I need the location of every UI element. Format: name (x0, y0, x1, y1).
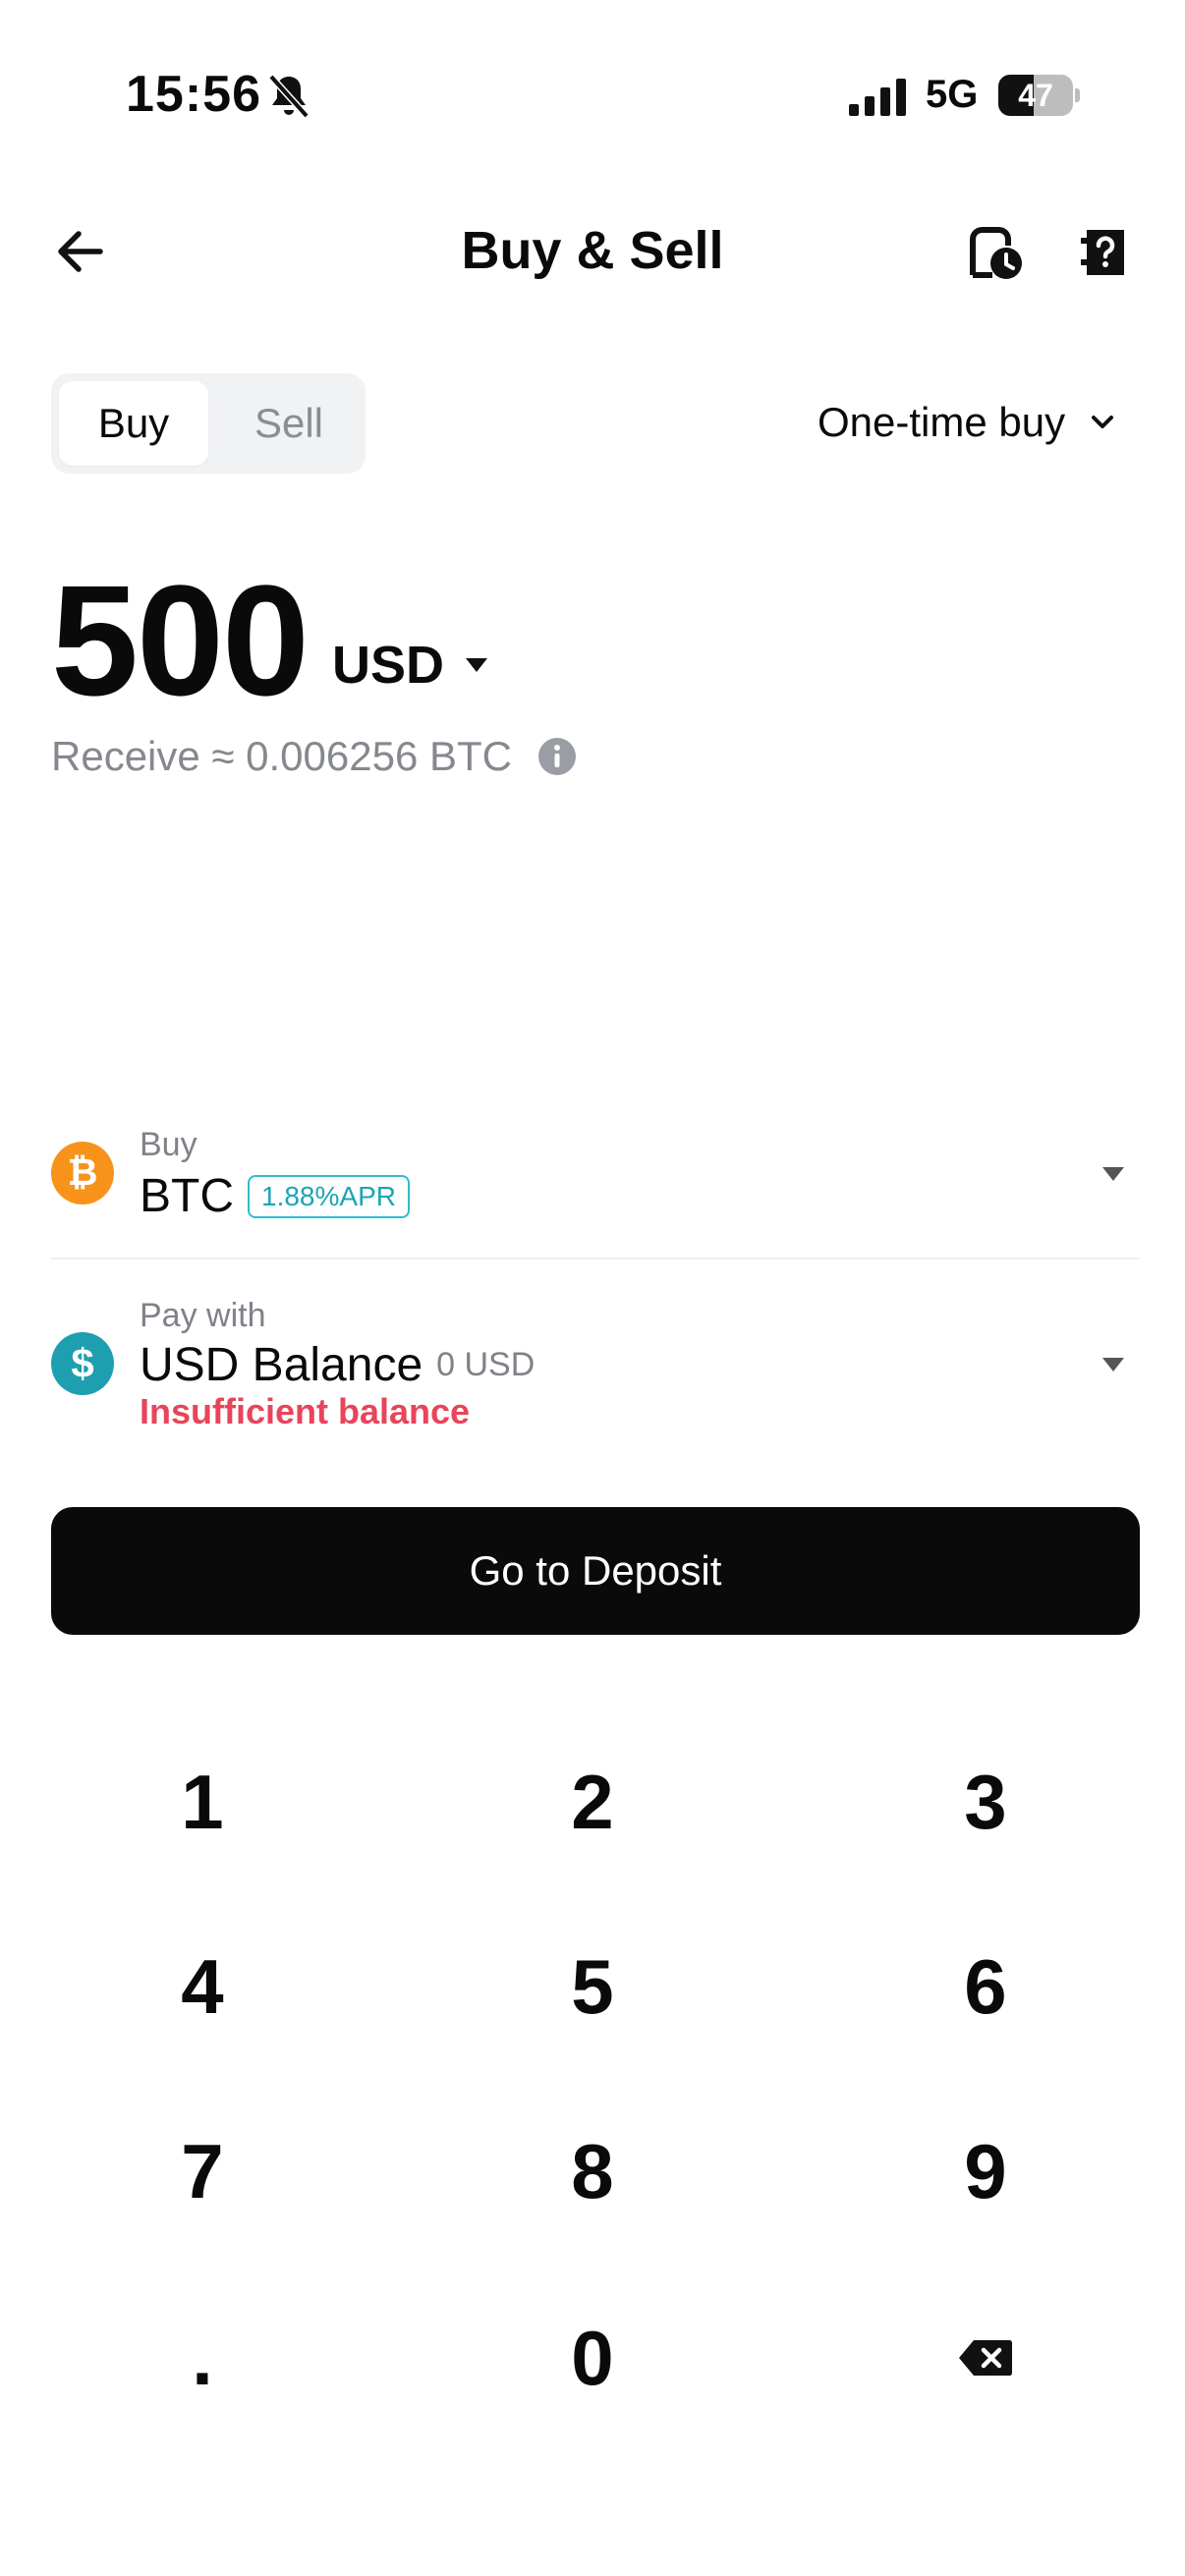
caret-down-icon[interactable] (1100, 1165, 1126, 1183)
order-type-label: One-time buy (818, 399, 1066, 445)
buy-sell-toggle: Buy Sell (51, 373, 366, 474)
pay-with-label: Pay with (140, 1297, 266, 1334)
chevron-down-icon (1092, 416, 1114, 428)
amount-value: 500 (51, 552, 310, 728)
currency-selector[interactable]: USD (332, 635, 489, 696)
key-7[interactable]: 7 (55, 2102, 350, 2240)
status-time: 15:56 (126, 66, 261, 123)
history-icon[interactable] (967, 224, 1024, 281)
bell-muted-icon (268, 74, 310, 119)
buy-asset-label: Buy (140, 1126, 198, 1163)
tab-sell[interactable]: Sell (220, 381, 358, 466)
currency-label: USD (332, 636, 445, 695)
key-4[interactable]: 4 (55, 1918, 350, 2055)
battery-percent: 47 (1018, 78, 1053, 113)
backspace-icon (959, 2340, 1012, 2376)
caret-down-icon[interactable] (1100, 1356, 1126, 1373)
key-8[interactable]: 8 (445, 2102, 740, 2240)
key-6[interactable]: 6 (838, 1918, 1133, 2055)
buy-asset-name: BTC (140, 1170, 234, 1222)
key-3[interactable]: 3 (838, 1733, 1133, 1871)
caret-down-icon (466, 658, 488, 672)
help-icon[interactable] (1081, 224, 1130, 281)
signal-icon (849, 79, 906, 116)
divider (51, 1258, 1140, 1260)
receive-estimate: Receive ≈ 0.006256 BTC (51, 733, 577, 780)
payment-source-selector[interactable]: USD Balance 0 USD (140, 1338, 535, 1392)
bitcoin-icon: ₿ (51, 1142, 114, 1204)
key-0[interactable]: 0 (445, 2289, 740, 2427)
key-decimal[interactable]: . (55, 2289, 350, 2427)
apr-badge: 1.88%APR (248, 1174, 410, 1218)
key-1[interactable]: 1 (55, 1733, 350, 1871)
key-9[interactable]: 9 (838, 2102, 1133, 2240)
go-to-deposit-button[interactable]: Go to Deposit (51, 1507, 1140, 1635)
battery-icon: 47 (998, 75, 1080, 116)
info-icon[interactable] (537, 737, 577, 776)
tab-buy[interactable]: Buy (59, 381, 208, 466)
key-2[interactable]: 2 (445, 1733, 740, 1871)
buy-asset-selector[interactable]: BTC 1.88%APR (140, 1169, 410, 1223)
key-5[interactable]: 5 (445, 1918, 740, 2055)
network-type: 5G (926, 73, 979, 116)
backspace-key[interactable] (838, 2289, 1133, 2427)
receive-text: Receive ≈ 0.006256 BTC (51, 733, 512, 779)
dollar-icon: $ (51, 1332, 114, 1395)
balance-amount: 0 USD (436, 1346, 536, 1383)
order-type-dropdown[interactable]: One-time buy (818, 395, 1116, 450)
insufficient-balance-warning: Insufficient balance (140, 1391, 471, 1431)
payment-source-name: USD Balance (140, 1339, 423, 1391)
